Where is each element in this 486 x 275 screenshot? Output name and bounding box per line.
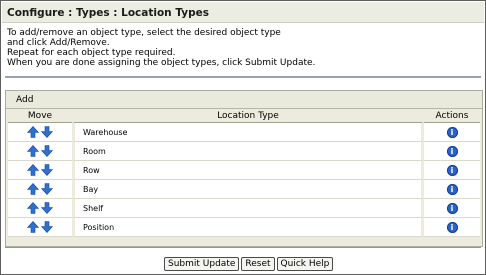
table-row: Bay i	[8, 180, 480, 199]
arrow-up-icon[interactable]	[26, 164, 40, 176]
table-row: Row i	[8, 161, 480, 180]
table-row: Warehouse i	[8, 123, 480, 142]
divider	[5, 247, 481, 248]
info-icon[interactable]: i	[446, 164, 458, 176]
location-types-panel: Add Move Location Type Actions Warehouse…	[5, 90, 483, 247]
actions-cell: i	[424, 161, 480, 180]
table-row: Position i	[8, 218, 480, 237]
instruction-line: When you are done assigning the object t…	[7, 58, 316, 68]
quick-help-button[interactable]: Quick Help	[276, 257, 334, 271]
actions-cell: i	[424, 142, 480, 161]
location-type-cell: Bay	[72, 180, 424, 199]
arrow-up-icon[interactable]	[26, 145, 40, 157]
add-label: Add	[16, 95, 34, 105]
move-cell	[8, 180, 72, 199]
add-bar: Add	[6, 91, 482, 109]
instruction-line: Repeat for each object type required.	[7, 48, 176, 58]
instruction-line: To add/remove an object type, select the…	[7, 28, 281, 38]
arrow-down-icon[interactable]	[40, 183, 54, 195]
arrow-up-icon[interactable]	[26, 126, 40, 138]
actions-cell: i	[424, 199, 480, 218]
table-header-row: Move Location Type Actions	[8, 110, 480, 123]
info-icon[interactable]: i	[446, 145, 458, 157]
location-types-table: Move Location Type Actions Warehouse i Roo…	[8, 110, 480, 237]
instructions: To add/remove an object type, select the…	[7, 28, 315, 68]
location-type-cell: Shelf	[72, 199, 424, 218]
arrow-up-icon[interactable]	[26, 183, 40, 195]
info-icon[interactable]: i	[446, 202, 458, 214]
page-header: Configure : Types : Location Types	[2, 2, 484, 23]
move-cell	[8, 123, 72, 142]
location-type-cell: Warehouse	[72, 123, 424, 142]
info-icon[interactable]: i	[446, 183, 458, 195]
instruction-line: and click Add/Remove.	[7, 38, 110, 48]
arrow-down-icon[interactable]	[40, 145, 54, 157]
column-header-actions: Actions	[424, 110, 480, 123]
table-row: Room i	[8, 142, 480, 161]
arrow-down-icon[interactable]	[40, 126, 54, 138]
page-title: Configure : Types : Location Types	[7, 7, 209, 19]
location-type-cell: Row	[72, 161, 424, 180]
column-header-location-type: Location Type	[72, 110, 424, 123]
configure-panel: Configure : Types : Location Types To ad…	[0, 0, 486, 275]
move-cell	[8, 161, 72, 180]
arrow-down-icon[interactable]	[40, 221, 54, 233]
arrow-up-icon[interactable]	[26, 221, 40, 233]
move-cell	[8, 142, 72, 161]
table-row: Shelf i	[8, 199, 480, 218]
actions-cell: i	[424, 218, 480, 237]
column-header-move: Move	[8, 110, 72, 123]
actions-cell: i	[424, 123, 480, 142]
info-icon[interactable]: i	[446, 126, 458, 138]
location-type-cell: Position	[72, 218, 424, 237]
arrow-down-icon[interactable]	[40, 202, 54, 214]
arrow-down-icon[interactable]	[40, 164, 54, 176]
arrow-up-icon[interactable]	[26, 202, 40, 214]
move-cell	[8, 199, 72, 218]
button-bar: Submit Update Reset Quick Help	[164, 257, 335, 271]
move-cell	[8, 218, 72, 237]
info-icon[interactable]: i	[446, 221, 458, 233]
actions-cell: i	[424, 180, 480, 199]
reset-button[interactable]: Reset	[241, 257, 275, 271]
submit-update-button[interactable]: Submit Update	[164, 257, 240, 271]
divider	[5, 76, 481, 78]
location-type-cell: Room	[72, 142, 424, 161]
